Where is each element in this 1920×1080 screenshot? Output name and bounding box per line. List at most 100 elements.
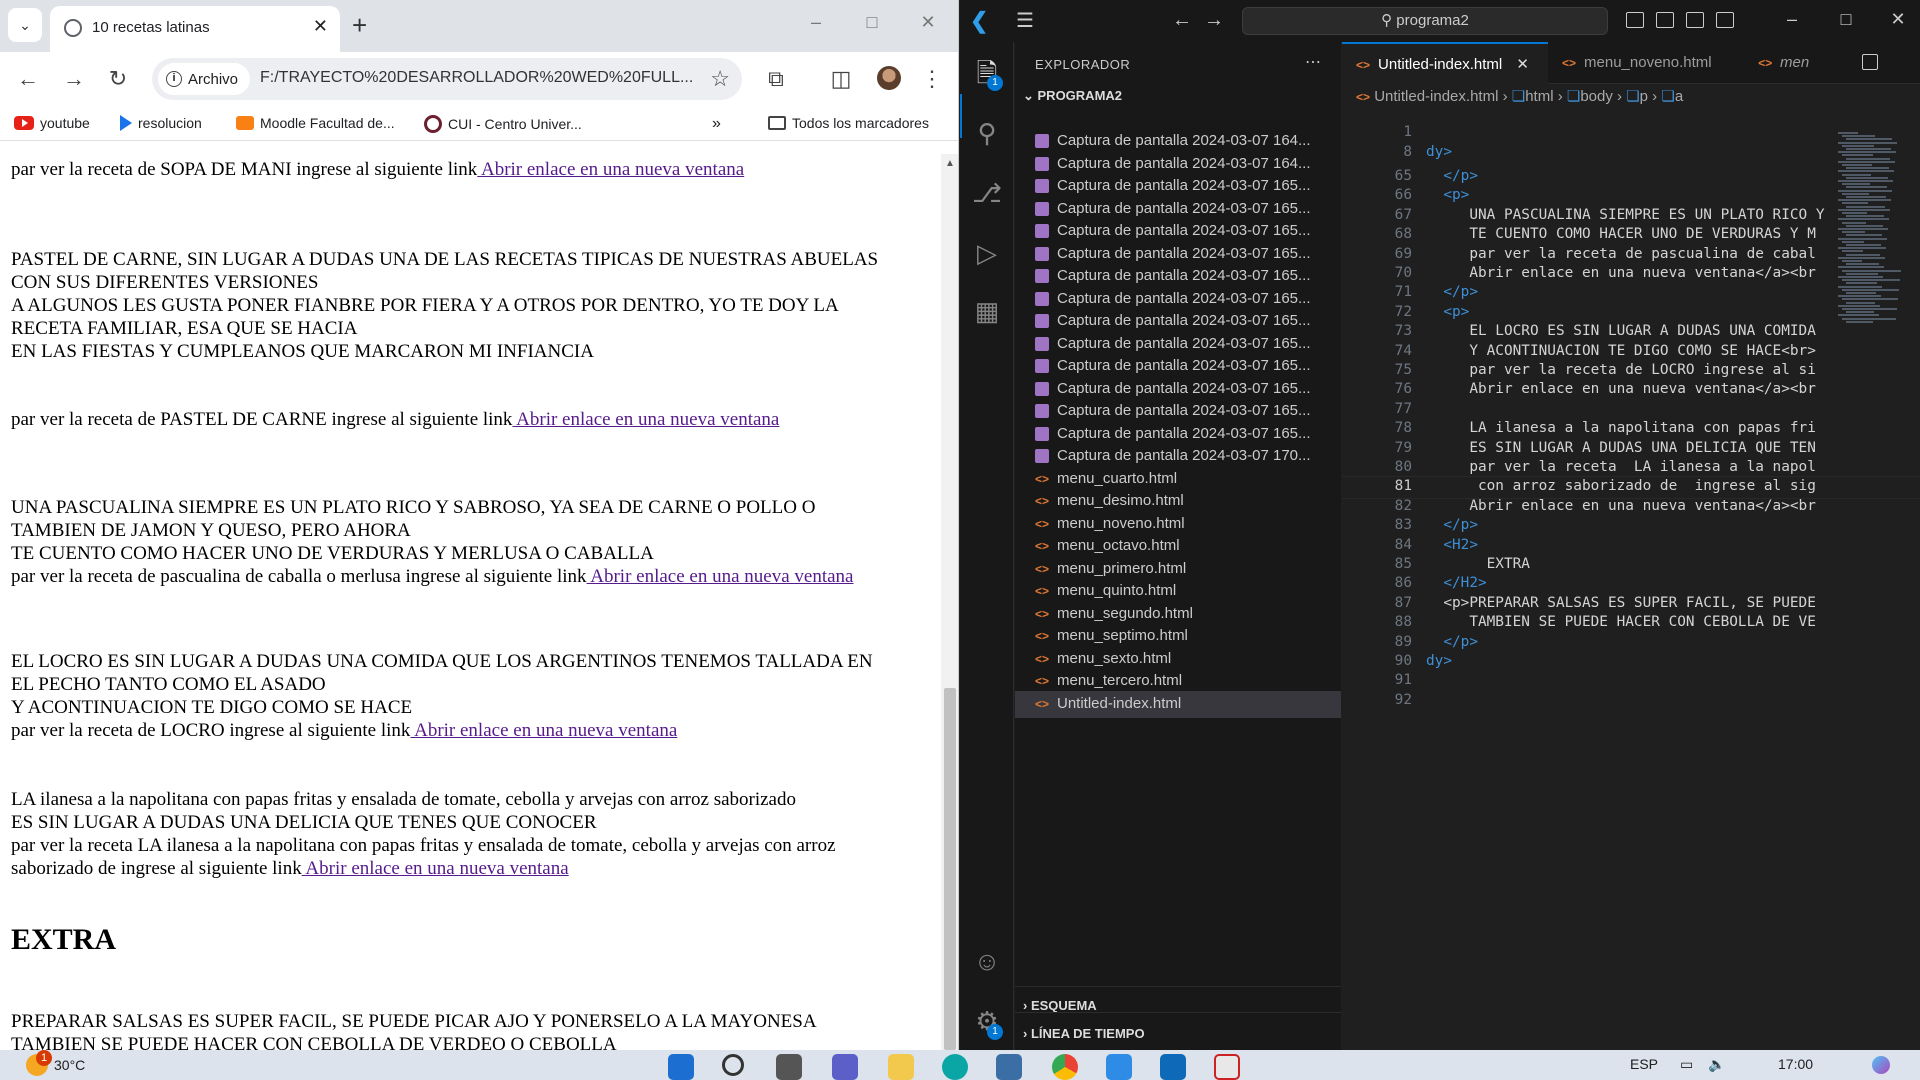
- nav-back-icon[interactable]: ←: [1172, 9, 1192, 32]
- minimize-button[interactable]: –: [796, 12, 836, 33]
- tab-partial[interactable]: <> men: [1744, 42, 1844, 84]
- breadcrumb-item[interactable]: body: [1580, 88, 1613, 105]
- search-view-icon[interactable]: ⚲: [972, 118, 1002, 148]
- new-tab-button[interactable]: +: [352, 10, 367, 40]
- open-link-pastel[interactable]: Abrir enlace en una nueva ventana: [512, 409, 779, 430]
- bookmark-cui[interactable]: CUI - Centro Univer...: [424, 115, 582, 133]
- vscode-maximize-button[interactable]: □: [1826, 9, 1866, 30]
- browser-toolbar: ← → ↻ i Archivo F:/TRAYECTO%20DESARROLLA…: [0, 52, 958, 108]
- bookmark-resolucion[interactable]: resolucion: [120, 115, 202, 131]
- minimap-line: [1842, 164, 1872, 166]
- more-actions-icon[interactable]: ⋯: [1305, 52, 1321, 72]
- file-name: menu_noveno.html: [1057, 514, 1185, 532]
- chrome-icon[interactable]: [1052, 1054, 1078, 1080]
- scrollbar-thumb[interactable]: [944, 688, 956, 1050]
- nav-forward-icon[interactable]: →: [1204, 9, 1224, 32]
- side-panel-icon[interactable]: ◫: [827, 66, 855, 92]
- minimap[interactable]: [1830, 112, 1908, 1050]
- html-file-icon: <>: [1035, 651, 1050, 666]
- volume-icon[interactable]: 🔈: [1708, 1056, 1725, 1073]
- forward-button[interactable]: →: [60, 66, 88, 92]
- menu-icon[interactable]: ☰: [1016, 8, 1034, 33]
- file-explorer-icon[interactable]: [888, 1054, 914, 1080]
- code-line: </p>: [1426, 517, 1478, 534]
- scroll-up-icon[interactable]: ▲: [945, 158, 955, 169]
- tab-menu-noveno[interactable]: <> menu_noveno.html: [1548, 42, 1744, 84]
- breadcrumb-item[interactable]: p: [1640, 88, 1648, 105]
- bookmarks-bar: youtube resolucion Moodle Facultad de...…: [0, 108, 958, 141]
- split-editor-icon[interactable]: [1862, 54, 1878, 70]
- bookmark-youtube[interactable]: youtube: [14, 115, 90, 131]
- teams-icon[interactable]: [832, 1054, 858, 1080]
- bookmark-moodle[interactable]: Moodle Facultad de...: [236, 115, 395, 131]
- site-info-chip[interactable]: i Archivo: [158, 63, 251, 95]
- run-debug-icon[interactable]: ▷: [972, 238, 1002, 268]
- address-bar[interactable]: i Archivo F:/TRAYECTO%20DESARROLLADOR%20…: [152, 58, 742, 100]
- toggle-sidebar-icon[interactable]: [1626, 12, 1644, 28]
- element-icon: ❏: [1626, 88, 1640, 105]
- vscode-close-button[interactable]: ✕: [1878, 9, 1918, 30]
- line-number: 65: [1394, 168, 1412, 184]
- reload-button[interactable]: ↻: [104, 66, 132, 92]
- open-link-milanesa[interactable]: Abrir enlace en una nueva ventana: [302, 858, 568, 879]
- toggle-panel-icon[interactable]: [1656, 12, 1674, 28]
- app-icon[interactable]: [1106, 1054, 1132, 1080]
- tab-label: Untitled-index.html: [1378, 56, 1503, 73]
- page-content: par ver la receta de SOPA DE MANI ingres…: [0, 154, 940, 1050]
- vscode-minimize-button[interactable]: –: [1772, 9, 1812, 30]
- url-text[interactable]: F:/TRAYECTO%20DESARROLLADOR%20WED%20FULL…: [260, 69, 693, 87]
- store-icon[interactable]: [996, 1054, 1022, 1080]
- edge-icon[interactable]: [942, 1054, 968, 1080]
- extensions-icon[interactable]: ⧉: [762, 66, 790, 92]
- vscode-taskbar-icon[interactable]: [1160, 1054, 1186, 1080]
- html-file-icon: <>: [1356, 58, 1371, 72]
- open-link-locro[interactable]: Abrir enlace en una nueva ventana: [410, 720, 677, 741]
- breadcrumb-item[interactable]: Untitled-index.html: [1374, 88, 1498, 105]
- browser-tab[interactable]: 10 recetas latinas ✕: [50, 6, 340, 52]
- open-link-sopa[interactable]: Abrir enlace en una nueva ventana: [477, 159, 744, 180]
- open-link-pascualina[interactable]: Abrir enlace en una nueva ventana: [587, 566, 853, 587]
- tab-untitled-index[interactable]: <> Untitled-index.html ✕: [1342, 42, 1548, 84]
- task-view-icon[interactable]: [776, 1054, 802, 1080]
- minimap-line: [1846, 263, 1879, 266]
- search-taskbar-icon[interactable]: [722, 1054, 744, 1076]
- breadcrumb-item[interactable]: html: [1525, 88, 1553, 105]
- text-line: TAMBIEN DE JAMON Y QUESO, PERO AHORA: [11, 520, 411, 541]
- toggle-secondary-sidebar-icon[interactable]: [1686, 12, 1704, 28]
- clock[interactable]: 17:00: [1778, 1056, 1813, 1072]
- maximize-button[interactable]: □: [852, 12, 892, 33]
- customize-layout-icon[interactable]: [1716, 12, 1734, 28]
- extensions-view-icon[interactable]: ▦: [972, 296, 1002, 326]
- all-bookmarks[interactable]: Todos los marcadores: [768, 115, 929, 131]
- info-icon: i: [166, 71, 182, 87]
- file-item[interactable]: <> Untitled-index.html: [1015, 690, 1341, 718]
- more-bookmarks-icon[interactable]: »: [712, 115, 721, 133]
- profile-avatar[interactable]: [877, 66, 901, 90]
- bookmark-star-icon[interactable]: ☆: [710, 66, 730, 92]
- breadcrumb-item[interactable]: a: [1675, 88, 1683, 105]
- close-tab-icon[interactable]: ✕: [1516, 56, 1529, 73]
- minimap-line: [1838, 132, 1858, 134]
- weather-widget[interactable]: 1 30°C: [26, 1050, 85, 1076]
- start-icon[interactable]: [668, 1054, 694, 1080]
- outline-section[interactable]: › ESQUEMA: [1023, 998, 1097, 1013]
- file-name: menu_cuarto.html: [1057, 469, 1178, 487]
- command-center-search[interactable]: ⚲ programa2: [1242, 7, 1608, 35]
- source-control-icon[interactable]: ⎇: [972, 178, 1002, 208]
- close-window-button[interactable]: ✕: [908, 12, 948, 33]
- tab-search-button[interactable]: ⌄: [8, 8, 42, 42]
- copilot-icon[interactable]: [1872, 1056, 1890, 1074]
- language-indicator[interactable]: ESP: [1630, 1056, 1658, 1072]
- accounts-icon[interactable]: ☺: [972, 946, 1002, 976]
- element-icon: ❏: [1511, 88, 1526, 105]
- page-scrollbar[interactable]: ▲: [941, 154, 958, 1050]
- menu-dots-icon[interactable]: ⋮: [918, 66, 946, 92]
- file-name: Untitled-index.html: [1057, 694, 1182, 712]
- app-icon[interactable]: [1214, 1054, 1240, 1080]
- close-tab-icon[interactable]: ✕: [313, 16, 328, 37]
- back-button[interactable]: ←: [14, 66, 42, 92]
- timeline-section[interactable]: › LÍNEA DE TIEMPO: [1023, 1026, 1145, 1041]
- vscode-logo-icon: ❮: [970, 8, 989, 33]
- folder-header[interactable]: ⌄ PROGRAMA2: [1023, 88, 1122, 104]
- network-icon[interactable]: ▭: [1680, 1056, 1693, 1073]
